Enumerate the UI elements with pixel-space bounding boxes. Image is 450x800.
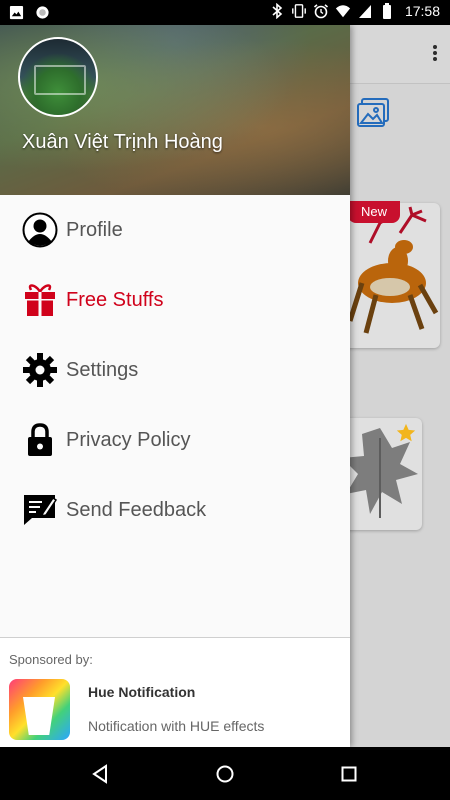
sponsor-section: Sponsored by: Hue Notification Notificat… <box>0 637 350 747</box>
menu-item-send-feedback[interactable]: Send Feedback <box>0 475 350 545</box>
wifi-icon <box>335 3 351 19</box>
back-button[interactable] <box>88 762 112 786</box>
recents-icon <box>341 766 357 782</box>
menu-item-free-stuffs[interactable]: Free Stuffs <box>0 265 350 335</box>
battery-icon <box>379 3 395 19</box>
feedback-icon <box>22 492 58 528</box>
user-name: Xuân Việt Trịnh Hoàng <box>22 131 223 153</box>
clock: 17:58 <box>404 3 440 19</box>
sponsor-title: Sponsored by: <box>9 652 93 667</box>
back-icon <box>92 764 107 784</box>
menu-label: Settings <box>66 358 139 381</box>
person-icon <box>22 212 58 248</box>
lock-icon <box>22 422 58 458</box>
gift-icon <box>22 282 58 318</box>
navigation-drawer: Xuân Việt Trịnh Hoàng Profile Free Stuff… <box>0 25 350 747</box>
status-bar: 17:58 <box>0 0 450 25</box>
system-nav-bar <box>0 747 450 800</box>
menu-item-privacy-policy[interactable]: Privacy Policy <box>0 405 350 475</box>
alarm-icon <box>313 3 329 19</box>
menu-item-profile[interactable]: Profile <box>0 195 350 265</box>
vibrate-icon <box>291 3 307 19</box>
sponsor-app-description: Notification with HUE effects <box>88 718 265 734</box>
drawer-menu: Profile Free Stuffs Settings Privacy Pol… <box>0 195 350 545</box>
avatar[interactable] <box>18 37 98 117</box>
image-icon <box>8 4 24 20</box>
menu-label: Free Stuffs <box>66 288 164 311</box>
home-button[interactable] <box>213 762 237 786</box>
menu-label: Send Feedback <box>66 498 207 521</box>
menu-item-settings[interactable]: Settings <box>0 335 350 405</box>
home-icon <box>216 765 234 783</box>
drawer-header: Xuân Việt Trịnh Hoàng <box>0 25 350 195</box>
signal-icon <box>357 3 373 19</box>
menu-label: Profile <box>66 218 123 241</box>
new-badge: New <box>348 201 400 223</box>
recents-button[interactable] <box>337 762 361 786</box>
gear-icon <box>22 352 58 388</box>
circle-icon <box>34 4 50 20</box>
menu-label: Privacy Policy <box>66 428 191 451</box>
star-icon[interactable] <box>395 422 417 449</box>
sponsor-app-name[interactable]: Hue Notification <box>88 684 195 700</box>
bluetooth-icon <box>269 3 285 19</box>
sponsor-app-icon[interactable] <box>9 679 70 740</box>
